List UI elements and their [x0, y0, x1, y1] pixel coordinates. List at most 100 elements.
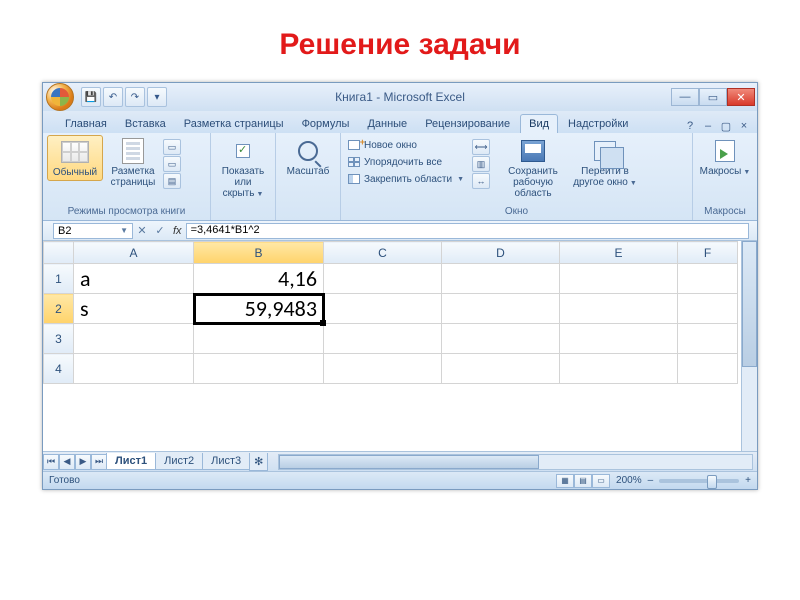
column-header-A[interactable]: A — [74, 242, 194, 264]
cell-E4[interactable] — [560, 354, 678, 384]
cell-E1[interactable] — [560, 264, 678, 294]
tab-formulas[interactable]: Формулы — [294, 115, 358, 133]
cell-C1[interactable] — [324, 264, 442, 294]
cell-D2[interactable] — [442, 294, 560, 324]
name-box[interactable]: B2▼ — [53, 223, 133, 239]
sheet-tab-1[interactable]: Лист1 — [106, 453, 156, 470]
zoom-button[interactable]: Масштаб — [280, 135, 336, 179]
split-button[interactable]: ⟷ — [472, 139, 490, 155]
save-workspace-button[interactable]: Сохранить рабочую область — [498, 135, 568, 201]
sheet-tab-3[interactable]: Лист3 — [202, 453, 250, 470]
switch-windows-label: Перейти в другое окно▼ — [570, 166, 640, 188]
switch-windows-button[interactable]: Перейти в другое окно▼ — [570, 135, 640, 190]
tab-insert[interactable]: Вставка — [117, 115, 174, 133]
cell-A2[interactable]: s — [74, 294, 194, 324]
qat-redo-button[interactable]: ↷ — [125, 87, 145, 107]
row-header-3[interactable]: 3 — [44, 324, 74, 354]
row-header-2[interactable]: 2 — [44, 294, 74, 324]
row-header-1[interactable]: 1 — [44, 264, 74, 294]
tab-home[interactable]: Главная — [57, 115, 115, 133]
close-button[interactable]: ✕ — [727, 88, 755, 106]
cell-B3[interactable] — [194, 324, 324, 354]
tab-addins[interactable]: Надстройки — [560, 115, 636, 133]
cell-F2[interactable] — [678, 294, 738, 324]
cell-B2[interactable]: 59,9483 — [194, 294, 324, 324]
cell-C3[interactable] — [324, 324, 442, 354]
page-layout-button[interactable]: Разметка страницы — [105, 135, 161, 190]
cell-D4[interactable] — [442, 354, 560, 384]
zoom-in-button[interactable]: + — [745, 475, 751, 486]
doc-restore-button[interactable]: ▢ — [719, 119, 733, 133]
normal-view-label: Обычный — [53, 167, 97, 178]
sheet-nav-next[interactable]: ▶ — [75, 454, 91, 470]
show-hide-label: Показать или скрыть▼ — [215, 166, 271, 199]
tab-data[interactable]: Данные — [359, 115, 415, 133]
cancel-formula-button[interactable]: ✕ — [133, 223, 151, 239]
new-window-button[interactable]: Новое окно — [345, 137, 466, 153]
cell-B1[interactable]: 4,16 — [194, 264, 324, 294]
formula-input[interactable]: =3,4641*B1^2 — [186, 223, 749, 239]
qat-customize-button[interactable]: ▾ — [147, 87, 167, 107]
cell-A4[interactable] — [74, 354, 194, 384]
tab-page-layout[interactable]: Разметка страницы — [176, 115, 292, 133]
chevron-down-icon: ▼ — [120, 226, 128, 235]
row-header-4[interactable]: 4 — [44, 354, 74, 384]
show-hide-button[interactable]: ✓ Показать или скрыть▼ — [215, 135, 271, 201]
enter-formula-button[interactable]: ✓ — [151, 223, 169, 239]
tab-view[interactable]: Вид — [520, 114, 558, 133]
column-header-E[interactable]: E — [560, 242, 678, 264]
macros-button[interactable]: Макросы▼ — [697, 135, 753, 179]
fx-icon[interactable]: fx — [173, 225, 182, 237]
zoom-level[interactable]: 200% — [616, 475, 642, 486]
cell-E2[interactable] — [560, 294, 678, 324]
save-workspace-label: Сохранить рабочую область — [498, 166, 568, 199]
cell-C2[interactable] — [324, 294, 442, 324]
office-button[interactable] — [43, 83, 77, 111]
insert-sheet-button[interactable]: ✻ — [249, 453, 268, 471]
tab-review[interactable]: Рецензирование — [417, 115, 518, 133]
cell-C4[interactable] — [324, 354, 442, 384]
cell-D1[interactable] — [442, 264, 560, 294]
page-break-preview-button[interactable]: ▭ — [163, 139, 181, 155]
cell-F4[interactable] — [678, 354, 738, 384]
custom-views-button[interactable]: ▭ — [163, 156, 181, 172]
hide-button[interactable]: ▥ — [472, 156, 490, 172]
view-normal-shortcut[interactable]: ▦ — [556, 474, 574, 488]
sheet-nav-last[interactable]: ⏭ — [91, 454, 107, 470]
qat-undo-button[interactable]: ↶ — [103, 87, 123, 107]
zoom-out-button[interactable]: – — [648, 475, 654, 486]
normal-view-button[interactable]: Обычный — [47, 135, 103, 181]
sheet-nav-first[interactable]: ⏮ — [43, 454, 59, 470]
column-header-F[interactable]: F — [678, 242, 738, 264]
full-screen-button[interactable]: ▤ — [163, 173, 181, 189]
minimize-button[interactable]: — — [671, 88, 699, 106]
freeze-panes-button[interactable]: Закрепить области▼ — [345, 171, 466, 187]
sheet-tab-2[interactable]: Лист2 — [155, 453, 203, 470]
unhide-button[interactable]: ↔ — [472, 173, 490, 189]
zoom-slider[interactable] — [659, 479, 739, 483]
cell-A1[interactable]: a — [74, 264, 194, 294]
cell-A3[interactable] — [74, 324, 194, 354]
column-header-C[interactable]: C — [324, 242, 442, 264]
arrange-all-button[interactable]: Упорядочить все — [345, 154, 466, 170]
maximize-button[interactable]: ▭ — [699, 88, 727, 106]
sheet-nav-prev[interactable]: ◀ — [59, 454, 75, 470]
doc-close-button[interactable]: × — [737, 119, 751, 133]
column-header-B[interactable]: B — [194, 242, 324, 264]
cell-F3[interactable] — [678, 324, 738, 354]
help-icon[interactable]: ? — [683, 119, 697, 133]
select-all-corner[interactable] — [44, 242, 74, 264]
cell-B4[interactable] — [194, 354, 324, 384]
horizontal-scrollbar[interactable] — [278, 454, 753, 470]
cell-F1[interactable] — [678, 264, 738, 294]
qat-save-button[interactable]: 💾 — [81, 87, 101, 107]
view-page-layout-shortcut[interactable]: ▤ — [574, 474, 592, 488]
doc-minimize-button[interactable]: – — [701, 119, 715, 133]
cell-E3[interactable] — [560, 324, 678, 354]
vertical-scrollbar[interactable] — [741, 241, 757, 451]
column-header-D[interactable]: D — [442, 242, 560, 264]
slide-title: Решение задачи — [0, 0, 800, 72]
cell-D3[interactable] — [442, 324, 560, 354]
ribbon-tabs: Главная Вставка Разметка страницы Формул… — [43, 111, 757, 133]
view-page-break-shortcut[interactable]: ▭ — [592, 474, 610, 488]
